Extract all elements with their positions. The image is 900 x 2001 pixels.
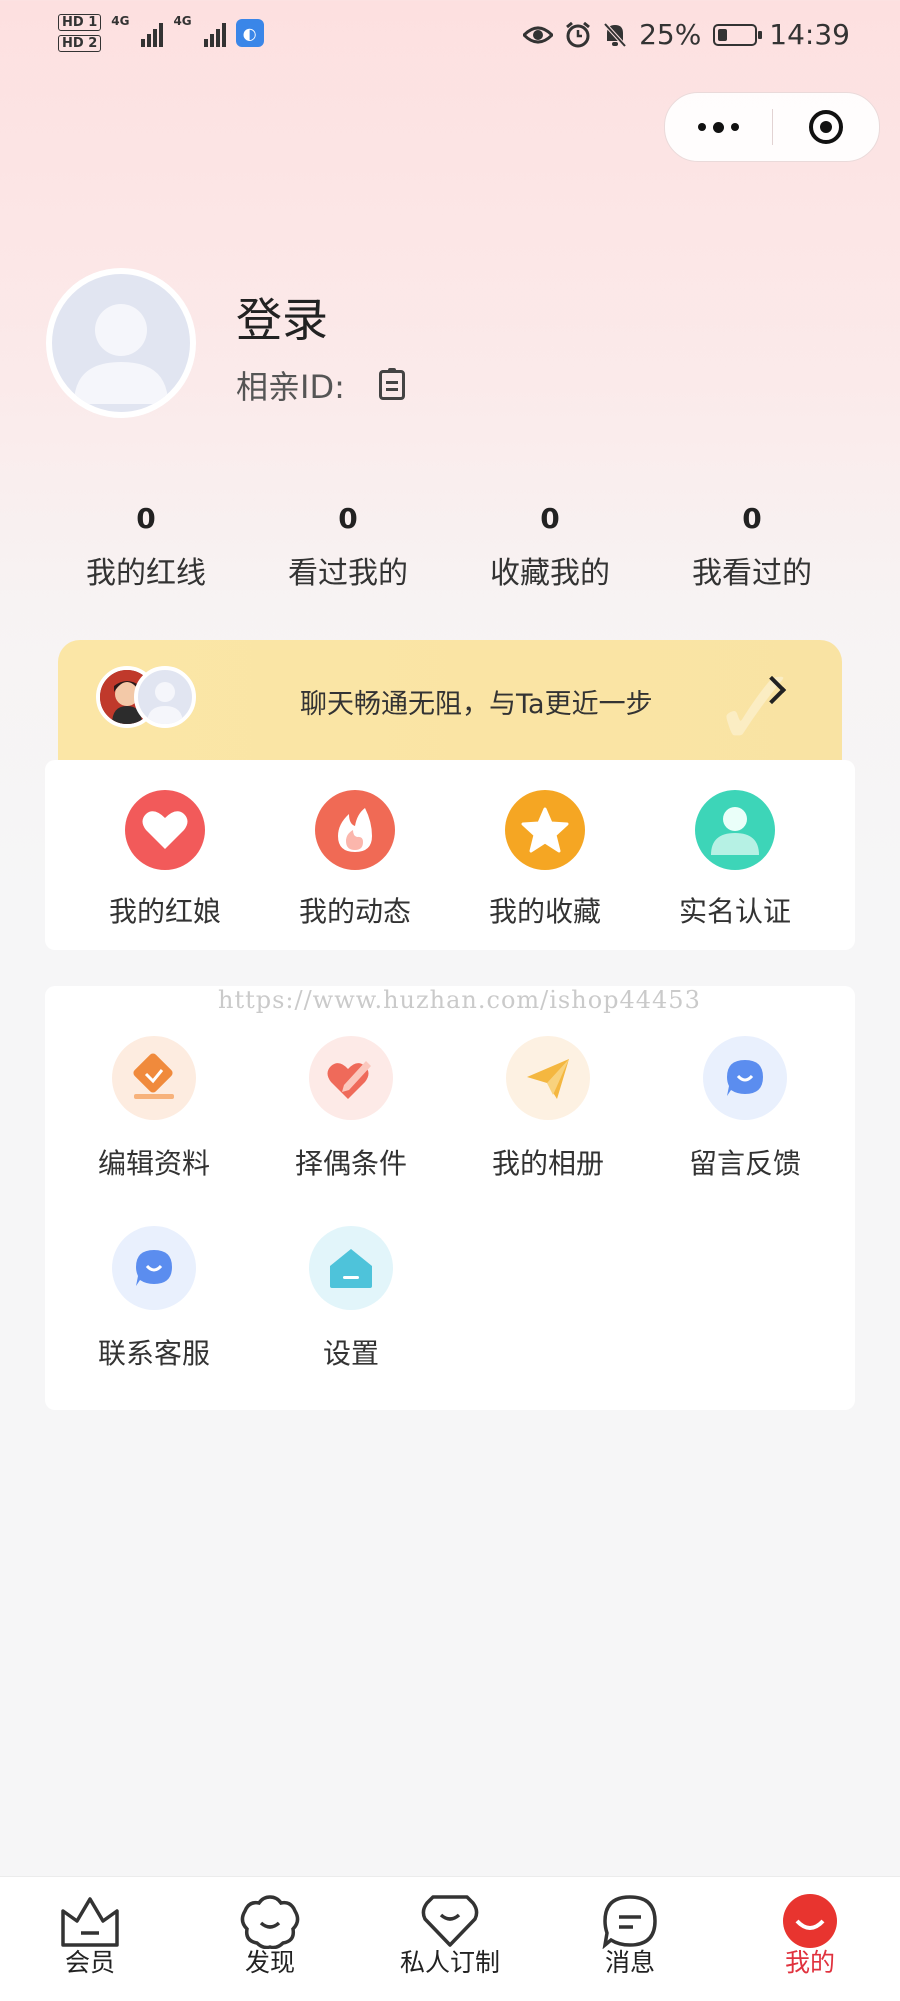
- mute-bell-icon: [603, 22, 627, 47]
- clock: 14:39: [769, 18, 850, 51]
- message-icon: [602, 1895, 657, 1949]
- stat-value: 0: [742, 502, 762, 535]
- stat-value: 0: [338, 502, 358, 535]
- banner-v-decoration: ✓: [709, 644, 802, 770]
- edit-profile-icon: [112, 1036, 196, 1120]
- tab-label: 私人订制: [399, 1948, 500, 1977]
- customer-service-icon: [112, 1226, 196, 1310]
- hd2-badge: HD 2: [58, 35, 102, 52]
- battery-fill: [718, 28, 728, 41]
- close-miniprogram-button[interactable]: [773, 93, 880, 161]
- id-row: 相亲ID:: [236, 362, 405, 408]
- service-label: 编辑资料: [97, 1147, 210, 1180]
- status-right: 25% 14:39: [523, 18, 850, 51]
- quick-action-label: 实名认证: [678, 895, 791, 928]
- network-2-label: 4G: [173, 14, 192, 28]
- service-contact-support[interactable]: 联系客服: [79, 1226, 229, 1372]
- close-target-icon: [808, 110, 843, 144]
- stat-value: 0: [540, 502, 560, 535]
- signal-1-icon: [141, 19, 164, 47]
- chat-bubble-icon: [703, 1036, 787, 1120]
- services-card: 编辑资料 择偶条件 我的相册 留言反馈 联系客服 设置: [45, 986, 855, 1410]
- service-edit-profile[interactable]: 编辑资料: [79, 1036, 229, 1182]
- service-label: 择偶条件: [294, 1147, 407, 1180]
- tab-messages[interactable]: 消息: [540, 1877, 720, 2001]
- heart-pen-icon: [309, 1036, 393, 1120]
- quick-action-verify[interactable]: 实名认证: [640, 790, 830, 930]
- quick-action-matchmaker[interactable]: 我的红娘: [70, 790, 260, 930]
- tab-label: 会员: [64, 1948, 115, 1977]
- stat-label: 我的红线: [86, 556, 206, 591]
- stat-label: 收藏我的: [490, 556, 610, 591]
- app-notification-icon: ◐: [235, 19, 264, 47]
- stat-favorited-me[interactable]: 0 收藏我的: [449, 498, 651, 592]
- service-label: 设置: [322, 1337, 379, 1370]
- miniprogram-capsule: [664, 92, 880, 162]
- default-avatar-icon: [74, 304, 168, 404]
- tab-custom[interactable]: 私人订制: [360, 1877, 540, 2001]
- tab-label: 我的: [784, 1948, 835, 1977]
- status-bar: HD 1 HD 2 4G 4G ◐ 25% 14:39: [0, 0, 900, 80]
- quick-action-favorites[interactable]: 我的收藏: [450, 790, 640, 930]
- tab-me[interactable]: 我的: [720, 1877, 900, 2001]
- flame-icon: [315, 790, 395, 870]
- avatar[interactable]: [46, 268, 196, 418]
- crown-icon: [61, 1897, 119, 1947]
- banner-text: 聊天畅通无阻，与Ta更近一步: [300, 689, 653, 720]
- service-partner-criteria[interactable]: 择偶条件: [276, 1036, 426, 1182]
- copy-clipboard-icon[interactable]: [378, 368, 405, 400]
- quick-action-label: 我的动态: [298, 895, 411, 928]
- discover-icon: [240, 1895, 300, 1949]
- service-settings[interactable]: 设置: [276, 1226, 426, 1372]
- battery-icon: [713, 23, 763, 46]
- tab-label: 发现: [244, 1948, 295, 1977]
- stat-label: 我看过的: [692, 556, 812, 591]
- more-dots-icon: [697, 121, 739, 133]
- battery-percent: 25%: [639, 18, 702, 51]
- service-label: 联系客服: [97, 1337, 210, 1370]
- network-1-label: 4G: [111, 14, 130, 28]
- signal-2-icon: [203, 19, 226, 47]
- bottom-tab-bar: 会员 发现 私人订制 消息 我的: [0, 1876, 900, 2001]
- custom-icon: [421, 1895, 479, 1947]
- stat-my-redline[interactable]: 0 我的红线: [45, 498, 247, 592]
- stat-viewed-me[interactable]: 0 看过我的: [247, 498, 449, 592]
- quick-action-moments[interactable]: 我的动态: [260, 790, 450, 930]
- service-label: 我的相册: [491, 1147, 604, 1180]
- service-feedback[interactable]: 留言反馈: [670, 1036, 820, 1182]
- stats-row: 0 我的红线 0 看过我的 0 收藏我的 0 我看过的: [0, 498, 900, 592]
- quick-action-label: 我的红娘: [108, 895, 221, 928]
- heart-icon: [125, 790, 205, 870]
- stat-value: 0: [136, 502, 156, 535]
- stat-label: 看过我的: [288, 556, 408, 591]
- service-label: 留言反馈: [688, 1147, 801, 1180]
- quick-actions-card: 我的红娘 我的动态 我的收藏 实名认证: [45, 760, 855, 950]
- more-button[interactable]: [665, 93, 772, 161]
- login-link[interactable]: 登录: [236, 284, 328, 350]
- tab-vip[interactable]: 会员: [0, 1877, 180, 2001]
- watermark-text: https://www.huzhan.com/ishop44453: [218, 986, 701, 1014]
- status-left: HD 1 HD 2 4G 4G ◐: [58, 14, 264, 52]
- eye-icon: [523, 26, 554, 43]
- hd1-badge: HD 1: [58, 14, 102, 31]
- tab-discover[interactable]: 发现: [180, 1877, 360, 2001]
- tab-label: 消息: [604, 1948, 655, 1977]
- alarm-icon: [566, 21, 590, 47]
- settings-home-icon: [309, 1226, 393, 1310]
- stat-i-viewed[interactable]: 0 我看过的: [651, 498, 853, 592]
- user-verify-icon: [695, 790, 775, 870]
- id-label: 相亲ID:: [236, 368, 345, 406]
- service-my-album[interactable]: 我的相册: [473, 1036, 623, 1182]
- banner-avatar-2: [134, 666, 196, 728]
- me-icon: [783, 1894, 837, 1948]
- quick-action-label: 我的收藏: [488, 895, 601, 928]
- star-icon: [505, 790, 585, 870]
- paper-plane-icon: [506, 1036, 590, 1120]
